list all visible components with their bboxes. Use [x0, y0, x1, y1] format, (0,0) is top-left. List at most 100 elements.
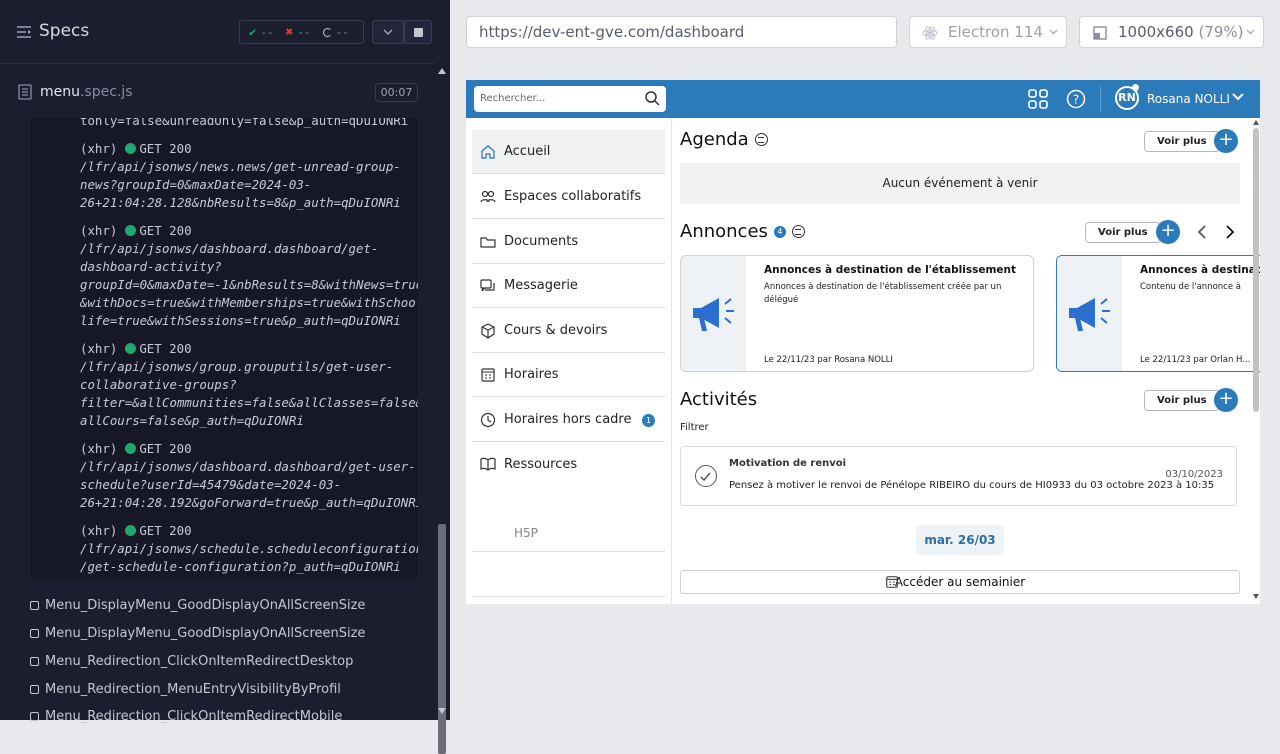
specs-title: Specs [39, 21, 90, 41]
status-dot-icon [125, 343, 137, 354]
activity-item[interactable]: Motivation de renvoi Pensez à motiver le… [680, 446, 1237, 506]
nav-item-horaires-hors-cadre[interactable]: Horaires hors cadre 1 [472, 398, 665, 442]
electron-icon [922, 26, 938, 40]
announcement-image [681, 256, 746, 371]
annonces-add-button[interactable]: + [1156, 220, 1180, 244]
calendar-icon [886, 576, 898, 588]
browser-selector[interactable]: Electron 114 [909, 16, 1067, 48]
test-item[interactable]: Menu_Redirection_MenuEntryVisibilityByPr… [30, 682, 341, 697]
scrollbar-thumb[interactable] [1253, 128, 1259, 412]
test-stats: ✔ -- ✖ -- -- [239, 20, 364, 44]
test-item[interactable]: Menu_DisplayMenu_GoodDisplayOnAllScreenS… [30, 626, 365, 641]
spec-file-row[interactable]: menu.spec.js 00:07 [0, 74, 434, 110]
app-scrollbar[interactable] [1252, 120, 1260, 604]
options-dropdown-button[interactable] [372, 20, 404, 44]
spinner-icon [322, 27, 332, 37]
users-icon [480, 190, 496, 202]
viewport-selector[interactable]: 1000x660 (79%) [1079, 16, 1264, 48]
test-item[interactable]: Menu_Redirection_ClickOnItemRedirectDesk… [30, 654, 353, 669]
nav-item-ressources[interactable]: Ressources [472, 442, 665, 486]
agenda-heading: Agenda [680, 129, 768, 150]
activites-add-button[interactable]: + [1214, 388, 1238, 412]
megaphone-icon [1069, 298, 1110, 331]
log-entry-url: /lfr/api/jsonws/dashboard.dashboard/get-… [80, 459, 418, 510]
chevron-right-icon[interactable] [1225, 225, 1235, 239]
chevron-down-icon [383, 29, 393, 36]
spec-file-name: menu.spec.js [40, 84, 133, 100]
log-entry-url: /lfr/api/jsonws/dashboard.dashboard/get-… [80, 241, 418, 328]
user-name[interactable]: Rosana NOLLI [1147, 92, 1230, 106]
app-viewport: Rechercher... ? RN Rosana NOLLI Accueil … [466, 80, 1260, 604]
scroll-up-icon[interactable] [1253, 120, 1259, 125]
apps-grid-icon[interactable] [1028, 89, 1048, 109]
notification-dot-icon [1132, 84, 1139, 91]
test-item[interactable]: Menu_Redirection_ClickOnItemRedirectMobi… [30, 709, 342, 724]
scroll-down-icon[interactable] [438, 708, 446, 714]
search-input[interactable]: Rechercher... [474, 86, 666, 112]
announcement-card[interactable]: Annonces à destination Contenu de l'anno… [1056, 255, 1260, 372]
pending-checkbox-icon [30, 629, 39, 638]
clock-icon [480, 412, 496, 427]
cross-icon: ✖ [285, 24, 294, 40]
announcement-image [1057, 256, 1122, 371]
log-entry[interactable]: (xhr) GET 200 /lfr/api/jsonws/group.group… [80, 340, 418, 430]
passed-stat: ✔ -- [249, 25, 274, 39]
divider [472, 596, 665, 597]
scroll-down-icon[interactable] [1253, 594, 1259, 599]
agenda-add-button[interactable]: + [1214, 129, 1238, 153]
stop-icon [414, 28, 423, 37]
failed-stat: ✖ -- [285, 24, 311, 40]
app-header: Rechercher... ? RN Rosana NOLLI [466, 80, 1260, 118]
log-entry[interactable]: (xhr) GET 200 /lfr/api/jsonws/dashboard.d… [80, 440, 418, 512]
log-entry-url: /lfr/api/jsonws/group.grouputils/get-use… [80, 359, 418, 428]
nav-item-messagerie[interactable]: Messagerie [472, 264, 665, 308]
log-entry[interactable]: (xhr) GET 200 /lfr/api/jsonws/news.news/g… [80, 140, 418, 212]
nav-item-cours-devoirs[interactable]: Cours & devoirs [472, 309, 665, 353]
megaphone-icon [693, 298, 734, 331]
chat-icon [480, 278, 495, 291]
test-item[interactable]: Menu_DisplayMenu_GoodDisplayOnAllScreenS… [30, 598, 365, 613]
announcement-card[interactable]: Annonces à destination de l'établissemen… [680, 255, 1034, 372]
filter-icon[interactable] [791, 225, 805, 238]
nav-item-espaces-collaboratifs[interactable]: Espaces collaboratifs [472, 175, 665, 219]
log-line: tonly=false&unreadOnly=false&p_auth=qDuI… [80, 118, 409, 128]
home-icon [481, 144, 495, 159]
chevron-left-icon[interactable] [1197, 225, 1207, 239]
svg-text:?: ? [1073, 93, 1079, 107]
dashboard-main: Agenda Voir plus + Aucun événement à ven… [673, 118, 1260, 604]
stop-button[interactable] [404, 20, 432, 44]
scroll-up-icon[interactable] [438, 68, 446, 74]
command-log[interactable]: tonly=false&unreadOnly=false&p_auth=qDuI… [30, 118, 418, 579]
agenda-see-more-button[interactable]: Voir plus [1144, 131, 1220, 152]
specs-header: Specs ✔ -- ✖ -- -- [0, 0, 434, 64]
log-entry[interactable]: (xhr) GET 200 /lfr/api/jsonws/dashboard.d… [80, 222, 418, 330]
calendar-icon [481, 367, 495, 382]
status-dot-icon [125, 225, 137, 236]
log-entry-url: /lfr/api/jsonws/schedule.scheduleconfigu… [80, 541, 418, 574]
filter-link[interactable]: Filtrer [680, 422, 709, 433]
pending-stat: -- [322, 26, 349, 39]
activites-heading: Activités [680, 389, 758, 410]
nav-item-horaires[interactable]: Horaires [472, 353, 665, 397]
pending-checkbox-icon [30, 657, 39, 666]
filter-icon[interactable] [754, 133, 768, 146]
chevron-down-icon[interactable] [1232, 93, 1244, 101]
pending-checkbox-icon [30, 685, 39, 694]
folder-icon [480, 236, 496, 248]
runner-scrollbar[interactable] [434, 64, 450, 754]
nav-subitem-h5p[interactable]: H5P [472, 516, 665, 552]
nav-item-accueil[interactable]: Accueil [472, 130, 665, 174]
annonces-heading: Annonces 4 [680, 221, 805, 242]
status-dot-icon [125, 525, 137, 536]
nav-item-documents[interactable]: Documents [472, 220, 665, 264]
search-icon[interactable] [645, 91, 660, 106]
url-bar[interactable]: https://dev-ent-gve.com/dashboard [466, 16, 897, 48]
activites-see-more-button[interactable]: Voir plus [1144, 390, 1220, 411]
side-menu: Accueil Espaces collaboratifs Documents … [466, 118, 672, 604]
weekly-planner-button[interactable]: Accéder au semainier [680, 570, 1240, 594]
log-entry[interactable]: (xhr) GET 200 /lfr/api/jsonws/schedule.sc… [80, 522, 418, 576]
annonces-see-more-button[interactable]: Voir plus [1085, 222, 1161, 243]
help-icon[interactable]: ? [1066, 89, 1086, 109]
chevron-down-icon [1246, 29, 1255, 35]
specs-list-icon[interactable] [16, 24, 32, 40]
